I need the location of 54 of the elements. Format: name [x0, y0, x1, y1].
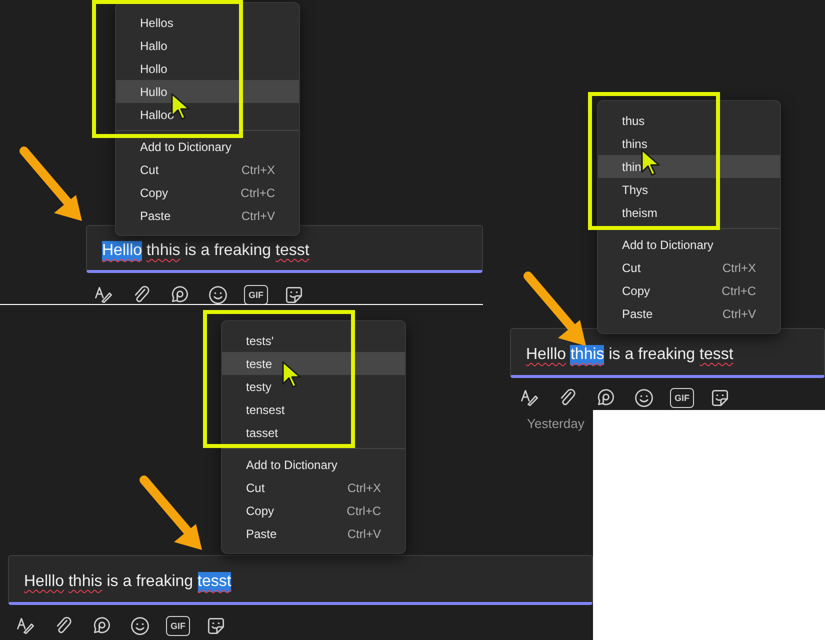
message-word: Helllo	[526, 345, 566, 365]
menu-item[interactable]: Paste Ctrl+V	[598, 302, 780, 325]
suggestion-item[interactable]: Hollo	[116, 57, 299, 80]
message-word: freaking	[136, 572, 194, 592]
suggestion-item[interactable]: thins	[598, 132, 780, 155]
message-word: Helllo	[102, 241, 142, 261]
cursor-icon	[281, 360, 303, 390]
timestamp: Yesterday	[527, 415, 584, 432]
menu-item[interactable]: Copy Ctrl+C	[116, 181, 299, 204]
suggestion-item[interactable]: tensest	[222, 398, 405, 421]
suggestion-item[interactable]: Hallo	[116, 34, 299, 57]
message-field[interactable]: Helllo thhis is a freaking tesst	[510, 328, 825, 378]
message-word: freaking	[214, 241, 272, 261]
suggestion-item[interactable]: Hullo	[116, 80, 299, 103]
suggestion-item[interactable]: teste	[222, 352, 405, 375]
suggestion-item[interactable]: Thys	[598, 178, 780, 201]
suggestion-item[interactable]: thus	[598, 109, 780, 132]
message-word: is	[184, 241, 196, 261]
suggestion-item[interactable]: Halloo	[116, 103, 299, 126]
suggestion-item[interactable]: thin	[598, 155, 780, 178]
gif-button[interactable]: GIF	[670, 388, 694, 408]
message-word: thhis	[68, 572, 102, 592]
message-word: a	[200, 241, 210, 261]
gif-button[interactable]: GIF	[244, 285, 268, 304]
message-word: is	[106, 572, 118, 592]
menu-item[interactable]: Copy Ctrl+C	[222, 499, 405, 522]
menu-item[interactable]: Cut Ctrl+X	[598, 256, 780, 279]
menu-item[interactable]: Add to Dictionary	[598, 233, 780, 256]
menu-item[interactable]: Copy Ctrl+C	[598, 279, 780, 302]
message-word: thhis	[570, 345, 604, 365]
cursor-icon	[640, 148, 662, 178]
menu-item[interactable]: Add to Dictionary	[222, 453, 405, 476]
message-word: tesst	[700, 345, 734, 365]
message-word: is	[608, 345, 620, 365]
suggestion-item[interactable]: testy	[222, 375, 405, 398]
emoji-icon[interactable]	[206, 283, 230, 304]
message-word: thhis	[146, 241, 180, 261]
menu-item[interactable]: Add to Dictionary	[116, 135, 299, 158]
emoji-icon[interactable]	[128, 614, 152, 638]
menu-item[interactable]: Cut Ctrl+X	[222, 476, 405, 499]
message-word: a	[122, 572, 132, 592]
menu-item[interactable]: Paste Ctrl+V	[222, 522, 405, 545]
suggestion-item[interactable]: tasset	[222, 421, 405, 444]
emoji-icon[interactable]	[632, 386, 656, 410]
menu-item[interactable]: Paste Ctrl+V	[116, 204, 299, 227]
message-word: Helllo	[24, 572, 64, 592]
menu-item[interactable]: Cut Ctrl+X	[116, 158, 299, 181]
message-word: tesst	[276, 241, 310, 261]
gif-button[interactable]: GIF	[166, 616, 190, 636]
suggestion-item[interactable]: tests'	[222, 329, 405, 352]
message-word: freaking	[638, 345, 696, 365]
suggestion-item[interactable]: theism	[598, 201, 780, 224]
message-word: a	[624, 345, 634, 365]
suggestion-item[interactable]: Hellos	[116, 11, 299, 34]
